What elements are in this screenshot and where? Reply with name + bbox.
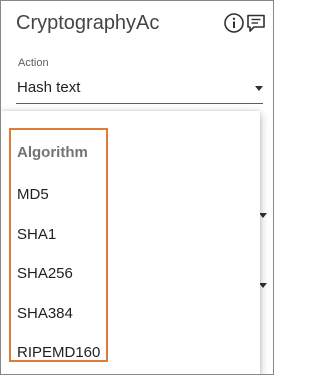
panel-header: CryptographyAc bbox=[16, 10, 266, 38]
dropdown-option-sha384[interactable]: SHA384 bbox=[17, 304, 73, 324]
page-title: CryptographyAc bbox=[16, 12, 160, 34]
dropdown-group-header: Algorithm bbox=[17, 144, 88, 161]
chevron-down-icon bbox=[255, 86, 263, 91]
dropdown-option-ripemd160[interactable]: RIPEMD160 bbox=[17, 343, 100, 363]
algorithm-dropdown-menu: Algorithm MD5 SHA1 SHA256 SHA384 RIPEMD1… bbox=[1, 111, 260, 374]
info-icon[interactable] bbox=[223, 12, 245, 34]
action-dropdown-value: Hash text bbox=[17, 79, 81, 96]
highlight-box bbox=[9, 128, 108, 362]
dropdown-option-md5[interactable]: MD5 bbox=[17, 185, 49, 205]
chevron-down-icon bbox=[259, 213, 267, 218]
dropdown-option-sha256[interactable]: SHA256 bbox=[17, 264, 73, 284]
chevron-down-icon bbox=[259, 283, 267, 288]
action-label: Action bbox=[18, 57, 49, 69]
dropdown-option-sha1[interactable]: SHA1 bbox=[17, 225, 56, 245]
app-window: CryptographyAc Action Hash text Algorith… bbox=[0, 0, 274, 375]
action-dropdown[interactable]: Hash text bbox=[16, 73, 263, 104]
feedback-icon[interactable] bbox=[245, 12, 267, 34]
header-icons bbox=[223, 12, 267, 34]
